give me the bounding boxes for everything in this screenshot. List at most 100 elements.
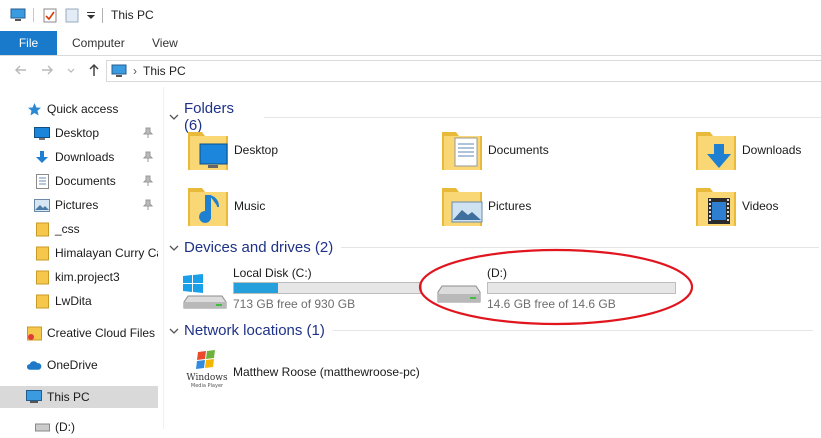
address-bar[interactable]: › This PC [106,60,821,82]
folder-downloads[interactable]: Downloads [694,126,821,176]
up-arrow-icon[interactable] [87,63,101,80]
sidebar-item-onedrive[interactable]: OneDrive [0,354,158,376]
drive-usage-fill [234,283,278,293]
videos-folder-icon [694,182,738,231]
download-icon [34,149,50,165]
downloads-folder-icon [694,126,738,175]
sidebar-item-drive-d[interactable]: (D:) [0,416,158,438]
sidebar-item-label: LwDita [55,294,92,308]
documents-icon [34,173,50,189]
tab-file[interactable]: File [0,31,57,55]
sidebar-item-label: Quick access [47,102,119,116]
section-rule [264,116,821,118]
tab-view[interactable]: View [152,36,178,50]
music-folder-icon [186,182,230,231]
new-folder-icon[interactable] [63,6,81,24]
folder-music[interactable]: Music [186,182,426,232]
folder-label: Pictures [488,199,532,213]
properties-icon[interactable] [41,6,59,24]
folder-videos[interactable]: Videos [694,182,821,232]
sidebar-item-label: Downloads [55,150,115,164]
recent-locations-icon[interactable] [66,63,76,80]
computer-icon [26,389,42,405]
title-divider [102,8,103,23]
navigation-pane: Quick access Desktop Downloads Documents… [0,90,158,434]
annotation-ellipse [418,248,694,326]
drive-free-space: 713 GB free of 930 GB [233,297,356,311]
pin-icon[interactable] [142,127,154,139]
folder-icon [34,293,50,309]
sidebar-item-label: _css [55,222,80,236]
section-title: Network locations (1) [184,322,325,339]
sidebar-item-label: This PC [47,390,90,404]
windows-drive-icon [182,274,228,313]
pictures-icon [34,197,50,213]
this-pc-icon [111,64,127,78]
onedrive-icon [26,357,42,373]
folder-icon [34,245,50,261]
navigation-bar: › This PC [0,56,821,87]
folder-icon [34,269,50,285]
sidebar-item-label: OneDrive [47,358,98,372]
chevron-down-icon [169,245,179,251]
folder-documents[interactable]: Documents [440,126,680,176]
tab-computer[interactable]: Computer [72,36,125,50]
customize-qat-icon[interactable] [85,6,97,24]
sidebar-item-css[interactable]: _css [0,218,158,240]
sidebar-item-this-pc[interactable]: This PC [0,386,158,408]
sidebar-item-label: Documents [55,174,116,188]
pin-icon[interactable] [142,199,154,211]
qat-divider [32,6,36,24]
sidebar-item-creative-cloud[interactable]: Creative Cloud Files [0,322,158,344]
section-title: Devices and drives (2) [184,239,334,256]
desktop-folder-icon [186,126,230,175]
folder-pictures[interactable]: Pictures [440,182,680,232]
folder-label: Videos [742,199,779,213]
icon-caption: Windows [186,373,228,383]
sidebar-item-label: kim.project3 [55,270,120,284]
creative-cloud-icon [26,325,42,341]
sidebar-item-documents[interactable]: Documents [0,170,158,192]
sidebar-item-quick-access[interactable]: Quick access [0,98,158,120]
sidebar-item-label: (D:) [55,420,75,434]
network-location-item[interactable]: Windows Media Player Matthew Roose (matt… [182,350,542,390]
sidebar-item-kim-project3[interactable]: kim.project3 [0,266,158,288]
pictures-folder-icon [440,182,484,231]
sidebar-item-pictures[interactable]: Pictures [0,194,158,216]
sidebar-item-label: Himalayan Curry Ca [55,246,158,260]
pane-divider [163,87,164,429]
sidebar-item-label: Creative Cloud Files [47,326,156,340]
folder-label: Downloads [742,143,802,157]
drive-c[interactable]: Local Disk (C:) 713 GB free of 930 GB [182,264,422,312]
icon-subcaption: Media Player [191,383,224,389]
section-network-header[interactable]: Network locations (1) [168,322,813,339]
section-rule [332,330,813,331]
folder-label: Desktop [234,143,279,157]
pin-icon[interactable] [142,175,154,187]
folder-desktop[interactable]: Desktop [186,126,426,176]
folder-label: Music [234,199,266,213]
star-icon [26,101,42,117]
documents-folder-icon [440,126,484,175]
computer-icon[interactable] [9,6,27,24]
drive-name: Local Disk (C:) [233,266,312,280]
desktop-icon [34,125,50,141]
sidebar-item-desktop[interactable]: Desktop [0,122,158,144]
ribbon: File Computer View [0,31,821,56]
drive-icon [34,419,50,435]
title-bar: This PC [0,0,821,31]
chevron-down-icon [169,328,179,334]
pin-icon[interactable] [142,151,154,163]
folder-label: Documents [488,143,549,157]
chevron-down-icon [169,114,179,120]
back-arrow-icon[interactable] [14,63,28,80]
forward-arrow-icon[interactable] [40,63,54,80]
breadcrumb-separator[interactable]: › [133,64,137,78]
sidebar-item-lwdita[interactable]: LwDita [0,290,158,312]
sidebar-item-downloads[interactable]: Downloads [0,146,158,168]
sidebar-item-himalayan[interactable]: Himalayan Curry Ca [0,242,158,264]
sidebar-item-label: Pictures [55,198,99,212]
window-title: This PC [111,8,154,22]
windows-media-player-icon: Windows Media Player [184,350,230,390]
breadcrumb-this-pc[interactable]: This PC [143,64,186,78]
